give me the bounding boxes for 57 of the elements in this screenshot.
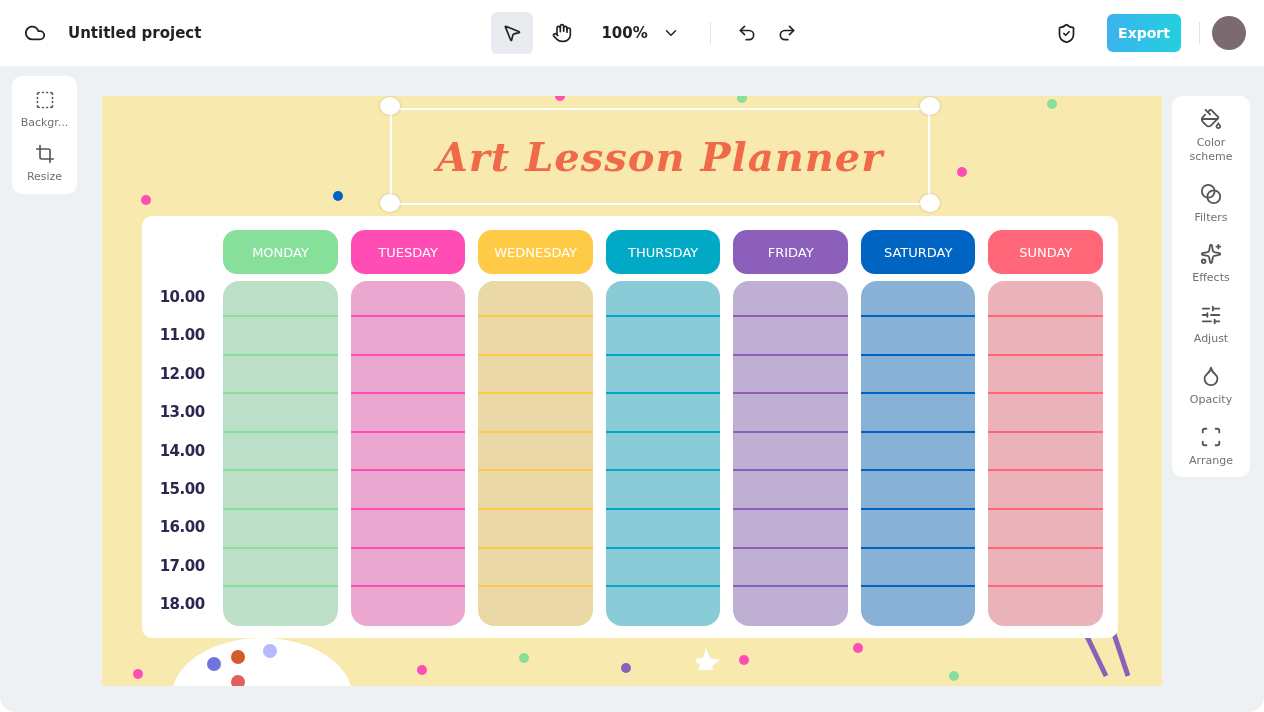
time-label: 14.00: [158, 440, 206, 462]
confetti-dot: [519, 653, 529, 663]
confetti-dot: [621, 663, 631, 673]
day-header: SATURDAY: [860, 230, 976, 274]
time-label: 10.00: [158, 287, 206, 308]
resize-icon: [34, 143, 55, 164]
project-title: Untitled project: [68, 24, 202, 42]
time-label: 16.00: [158, 517, 206, 539]
design-canvas[interactable]: Art Lesson Planner 10.00 11.00 12.00 13.00 14.00 15.00 16.00 17.00 18.00 MONDAY TUESDAY WEDNESDAY THURSDAY FRIDAY SATURDAY SUNDAY: [102, 96, 1162, 686]
shield-check-icon: [1056, 22, 1077, 44]
frame-icon: [1200, 425, 1222, 448]
day-header: SUNDAY: [988, 230, 1103, 274]
sliders-icon: [1200, 304, 1222, 326]
time-label: 11.00: [158, 325, 206, 347]
background-icon: [34, 90, 55, 110]
avatar[interactable]: [1212, 16, 1246, 50]
confetti-dot: [333, 191, 343, 201]
resize-handle[interactable]: [380, 97, 400, 115]
time-label: 17.00: [158, 555, 206, 577]
day-header: FRIDAY: [733, 230, 848, 274]
side-tool[interactable]: Filters: [1176, 182, 1246, 225]
day-header: WEDNESDAY: [478, 230, 593, 274]
side-tool[interactable]: Effects: [1176, 243, 1246, 285]
resize-handle[interactable]: [380, 194, 400, 212]
zoom-dropdown[interactable]: 100%: [591, 24, 690, 42]
side-tool[interactable]: Opacity: [1176, 364, 1246, 407]
confetti-dot: [739, 655, 749, 665]
sparkles-icon: [1200, 243, 1222, 266]
confetti-dot: [417, 665, 427, 675]
time-label: 12.00: [158, 363, 206, 385]
day-header: MONDAY: [223, 230, 338, 274]
confetti-dot: [1047, 99, 1057, 109]
pointer-icon: [502, 23, 523, 43]
time-label: 13.00: [158, 402, 206, 424]
circles-icon: [1200, 182, 1222, 205]
side-tool[interactable]: Color scheme: [1176, 108, 1246, 164]
day-header: THURSDAY: [605, 230, 721, 274]
side-tool[interactable]: Adjust: [1176, 304, 1246, 346]
confetti-dot: [853, 643, 863, 653]
day-header: TUESDAY: [350, 230, 466, 274]
resize-handle[interactable]: [920, 194, 940, 212]
confetti-dot: [141, 195, 151, 205]
hand-icon: [552, 23, 573, 43]
side-tool[interactable]: Arrange: [1176, 425, 1246, 468]
confetti-dot: [949, 671, 959, 681]
side-tool[interactable]: Resize: [9, 143, 80, 184]
side-tool[interactable]: Backgr...: [9, 90, 80, 130]
confetti-dot: [133, 669, 143, 679]
undo-icon: [736, 23, 757, 43]
confetti-dot: [957, 167, 967, 177]
time-label: 18.00: [158, 594, 206, 616]
paint-bucket-icon: [1200, 108, 1222, 130]
pointer-tool-button[interactable]: [491, 12, 534, 54]
confetti-dot: [737, 96, 747, 103]
star-icon: [696, 646, 720, 670]
resize-handle[interactable]: [920, 97, 940, 115]
time-label: 15.00: [158, 478, 206, 500]
